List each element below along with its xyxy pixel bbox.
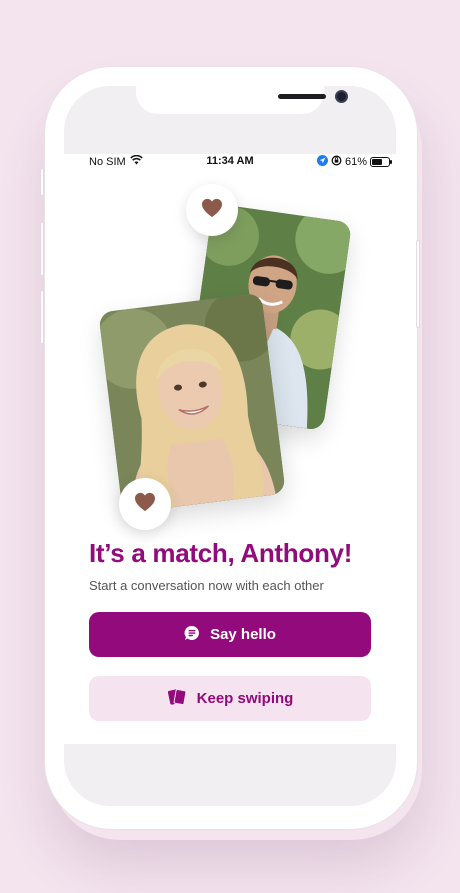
location-arrow-icon	[316, 155, 328, 169]
heart-badge-top	[186, 184, 238, 236]
chat-bubble-icon	[184, 625, 200, 645]
match-subtitle: Start a conversation now with each other	[89, 578, 324, 593]
match-screen: No SIM 11:34 AM 61% It’s a match, Anthon…	[64, 154, 396, 744]
front-camera	[335, 90, 348, 103]
status-bar: No SIM 11:34 AM 61%	[64, 154, 396, 170]
battery-percent: 61%	[344, 156, 367, 168]
status-right: 61%	[316, 155, 392, 169]
phone-screen: No SIM 11:34 AM 61% It’s a match, Anthon…	[64, 86, 396, 806]
heart-badge-bottom	[119, 478, 171, 530]
volume-down-button	[40, 290, 44, 344]
match-title: It’s a match, Anthony!	[89, 538, 353, 568]
keep-swiping-button[interactable]: Keep swiping	[89, 676, 371, 721]
cards-icon	[167, 688, 187, 710]
rotation-lock-icon	[331, 155, 342, 169]
battery-level	[372, 159, 382, 165]
heart-icon	[134, 492, 156, 517]
say-hello-button[interactable]: Say hello	[89, 612, 371, 657]
keep-swiping-label: Keep swiping	[196, 690, 294, 707]
speaker-grille	[278, 94, 326, 99]
volume-button	[40, 168, 44, 196]
volume-up-button	[40, 222, 44, 276]
heart-icon	[201, 198, 223, 223]
notch	[136, 86, 348, 114]
say-hello-label: Say hello	[210, 626, 276, 643]
match-photo-woman	[98, 292, 286, 514]
power-button	[416, 240, 420, 328]
battery-icon	[370, 157, 392, 167]
